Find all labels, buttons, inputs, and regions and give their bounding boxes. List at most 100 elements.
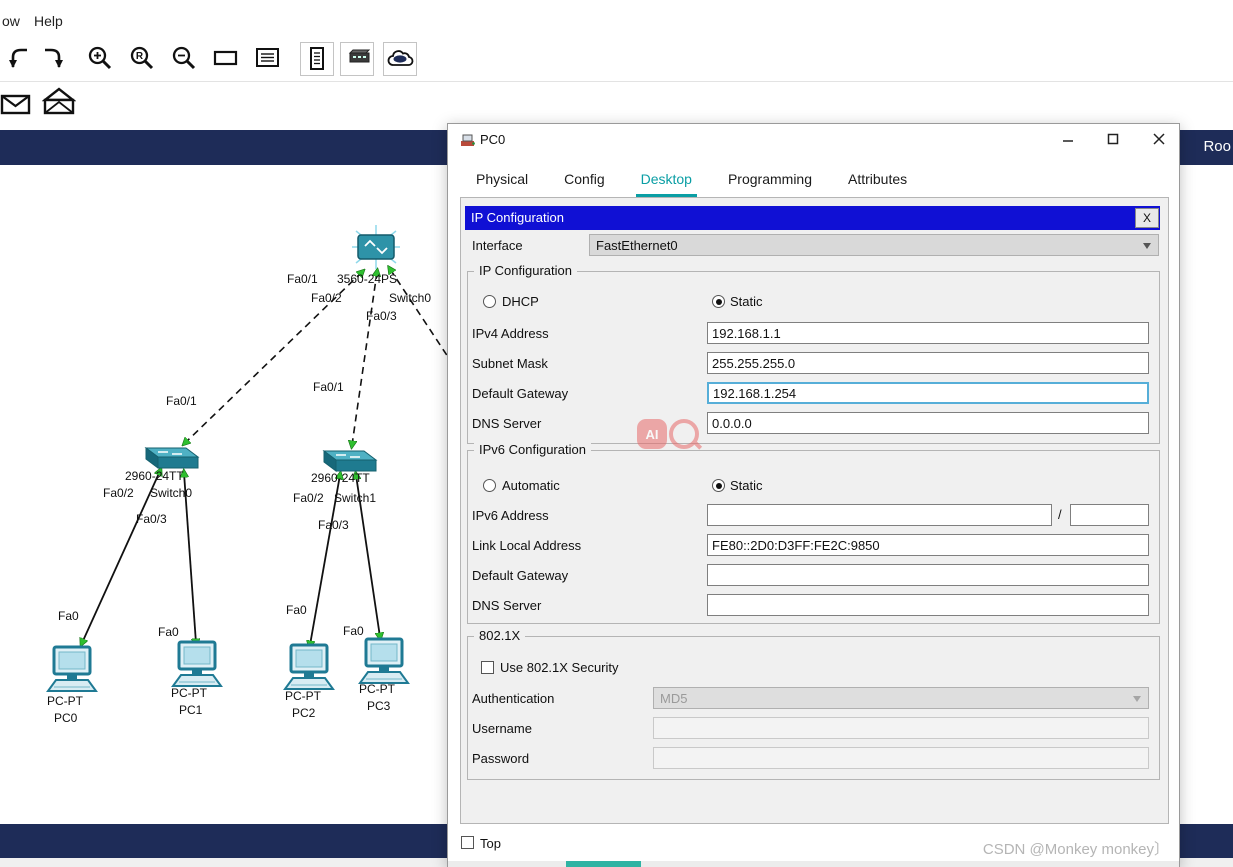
zoom-reset-icon[interactable]: R [126, 42, 158, 74]
interface-value: FastEthernet0 [596, 238, 678, 253]
device-inspect-icon[interactable] [340, 42, 374, 76]
ipv6-address-label: IPv6 Address [472, 508, 549, 523]
minimize-button[interactable] [1050, 124, 1086, 154]
zoom-in-icon[interactable] [84, 42, 116, 74]
ipv6-automatic-radio[interactable] [483, 479, 496, 492]
zoom-out-icon[interactable] [168, 42, 200, 74]
tab-programming[interactable]: Programming [723, 166, 817, 198]
port-label: Fa0/2 [293, 491, 324, 505]
top-checkbox[interactable] [461, 836, 474, 849]
ip-configuration-panel: IP Configuration X Interface FastEtherne… [460, 197, 1169, 824]
ipv6-gateway-label: Default Gateway [472, 568, 569, 583]
port-label: Fa0/3 [366, 309, 397, 323]
port-label: Fa0/1 [166, 394, 197, 408]
device-label: PC-PT [359, 682, 395, 696]
ai-assistant-watermark[interactable]: AI [637, 417, 699, 451]
network-cloud-icon[interactable] [383, 42, 417, 76]
panel-close-button[interactable]: X [1135, 208, 1159, 228]
dialog-footer: Top CSDN @Monkey monkey〕 [448, 824, 1179, 861]
password-input [653, 747, 1149, 769]
panel-header: IP Configuration [465, 206, 1160, 230]
port-label: Fa0 [286, 603, 307, 617]
port-label: Fa0/1 [313, 380, 344, 394]
secondary-toolbar [0, 82, 1233, 126]
magnifier-icon [669, 419, 699, 449]
device-label: PC2 [292, 706, 316, 720]
redo-icon[interactable] [38, 42, 70, 74]
tab-physical[interactable]: Physical [471, 166, 533, 198]
device-label: Switch0 [389, 291, 432, 305]
maximize-button[interactable] [1095, 124, 1131, 154]
tab-desktop[interactable]: Desktop [635, 166, 697, 198]
multilayer-switch-icon[interactable] [348, 225, 404, 278]
port-label: Fa0 [58, 609, 79, 623]
menu-help[interactable]: Help [34, 13, 63, 29]
drawing-rectangle-icon[interactable] [210, 42, 242, 74]
device-label: 2960-24TT [125, 469, 184, 483]
dot1x-security-label: Use 802.1X Security [500, 660, 619, 675]
subnet-mask-input[interactable] [707, 352, 1149, 374]
link-local-input[interactable] [707, 534, 1149, 556]
ipv6-automatic-label: Automatic [502, 478, 560, 493]
legend-icon[interactable] [252, 42, 284, 74]
ipv6-config-legend: IPv6 Configuration [474, 442, 591, 457]
undo-icon[interactable] [2, 42, 34, 74]
ip-config-legend: IP Configuration [474, 263, 577, 278]
ipv4-address-input[interactable] [707, 322, 1149, 344]
close-button[interactable] [1141, 124, 1177, 154]
dialog-title: PC0 [480, 132, 506, 147]
envelope-open-icon[interactable] [40, 84, 78, 124]
device-label: PC-PT [285, 689, 321, 703]
username-label: Username [472, 721, 532, 736]
port-label: Fa0/2 [311, 291, 342, 305]
tab-config[interactable]: Config [559, 166, 609, 198]
static-label: Static [730, 294, 763, 309]
ipv4-address-label: IPv4 Address [472, 326, 549, 341]
port-label: Fa0 [158, 625, 179, 639]
horizontal-scrollbar[interactable] [448, 861, 1179, 867]
ipv6-gateway-input[interactable] [707, 564, 1149, 586]
password-label: Password [472, 751, 530, 766]
device-label: 3560-24PS [337, 272, 398, 286]
pc0-icon[interactable] [46, 645, 98, 700]
device-label: PC1 [179, 703, 203, 717]
dot1x-security-checkbox[interactable] [481, 661, 494, 674]
device-label: PC-PT [47, 694, 83, 708]
device-label: PC3 [367, 699, 391, 713]
ipv6-prefix-separator: / [1058, 507, 1062, 522]
ipv6-prefix-input[interactable] [1070, 504, 1149, 526]
scrollbar-thumb[interactable] [566, 861, 641, 867]
window-icon [461, 134, 475, 146]
ipv6-static-label: Static [730, 478, 763, 493]
ipv6-dns-input[interactable] [707, 594, 1149, 616]
device-label: Switch1 [334, 491, 377, 505]
tab-attributes[interactable]: Attributes [843, 166, 912, 198]
username-input [653, 717, 1149, 739]
port-label: Fa0 [343, 624, 364, 638]
authentication-value: MD5 [660, 691, 688, 706]
device-label: 2960-24TT [311, 471, 370, 485]
dhcp-label: DHCP [502, 294, 539, 309]
menu-window[interactable]: ow [2, 13, 20, 29]
default-gateway-input[interactable] [707, 382, 1149, 404]
csdn-watermark: CSDN @Monkey monkey〕 [982, 841, 1169, 858]
port-label: Fa0/1 [287, 272, 318, 286]
dns-server-label: DNS Server [472, 416, 542, 431]
dhcp-radio[interactable] [483, 295, 496, 308]
ipv6-address-input[interactable] [707, 504, 1052, 526]
port-label: Fa0/3 [136, 512, 167, 526]
notes-icon[interactable] [300, 42, 334, 76]
root-label: Roo [1203, 138, 1231, 155]
dialog-tabs: Physical Config Desktop Programming Attr… [448, 166, 1179, 198]
default-gateway-label: Default Gateway [472, 386, 569, 401]
port-label: Fa0/2 [103, 486, 134, 500]
envelope-closed-icon[interactable] [0, 86, 34, 122]
menu-bar: ow Help [0, 0, 1233, 35]
ipv6-dns-label: DNS Server [472, 598, 542, 613]
dialog-titlebar[interactable]: PC0 [448, 124, 1179, 154]
ipv6-static-radio[interactable] [712, 479, 725, 492]
static-radio[interactable] [712, 295, 725, 308]
dns-server-input[interactable] [707, 412, 1149, 434]
interface-select[interactable]: FastEthernet0 [589, 234, 1159, 256]
pc0-dialog: PC0 Physical Config Desktop Programming … [447, 123, 1180, 867]
